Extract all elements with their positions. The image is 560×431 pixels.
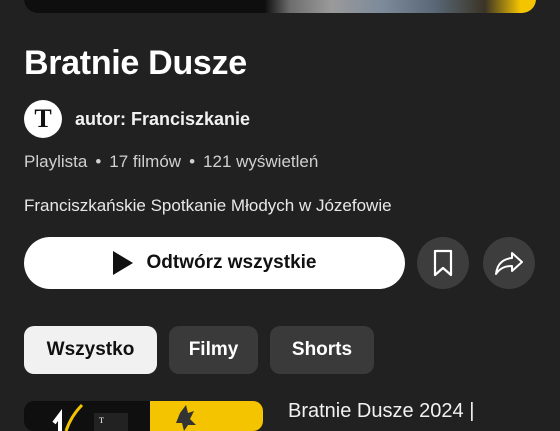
bookmark-icon xyxy=(433,249,453,277)
video-thumbnail[interactable]: T xyxy=(24,401,263,431)
thumbnail-graphic: T xyxy=(52,403,128,431)
author-avatar[interactable]: T xyxy=(24,100,62,138)
thumbnail-accent xyxy=(150,401,263,431)
share-button[interactable] xyxy=(483,237,535,289)
playlist-title: Bratnie Dusze xyxy=(24,44,247,82)
playlist-description: Franciszkańskie Spotkanie Młodych w Józe… xyxy=(24,196,392,215)
playlist-type: Playlista xyxy=(24,152,88,171)
filter-chip-all[interactable]: Wszystko xyxy=(24,326,157,374)
meta-separator: • xyxy=(95,152,102,171)
author-row[interactable]: T autor: Franciszkanie xyxy=(24,100,250,138)
filter-chip-shorts[interactable]: Shorts xyxy=(270,326,374,374)
play-all-label: Odtwórz wszystkie xyxy=(146,252,317,273)
thumbnail-figure xyxy=(176,405,196,431)
video-count: 17 filmów xyxy=(109,152,182,171)
play-icon xyxy=(112,251,133,275)
view-count: 121 wyświetleń xyxy=(203,152,319,171)
share-icon xyxy=(495,252,523,275)
save-button[interactable] xyxy=(417,237,469,289)
svg-text:T: T xyxy=(99,416,104,425)
playlist-meta: Playlista • 17 filmów • 121 wyświetleń xyxy=(24,152,318,172)
playlist-cover-image xyxy=(24,0,536,13)
filter-chip-videos[interactable]: Filmy xyxy=(169,326,258,374)
meta-separator: • xyxy=(189,152,196,171)
play-all-button[interactable]: Odtwórz wszystkie xyxy=(24,237,405,289)
author-name[interactable]: autor: Franciszkanie xyxy=(75,109,250,130)
